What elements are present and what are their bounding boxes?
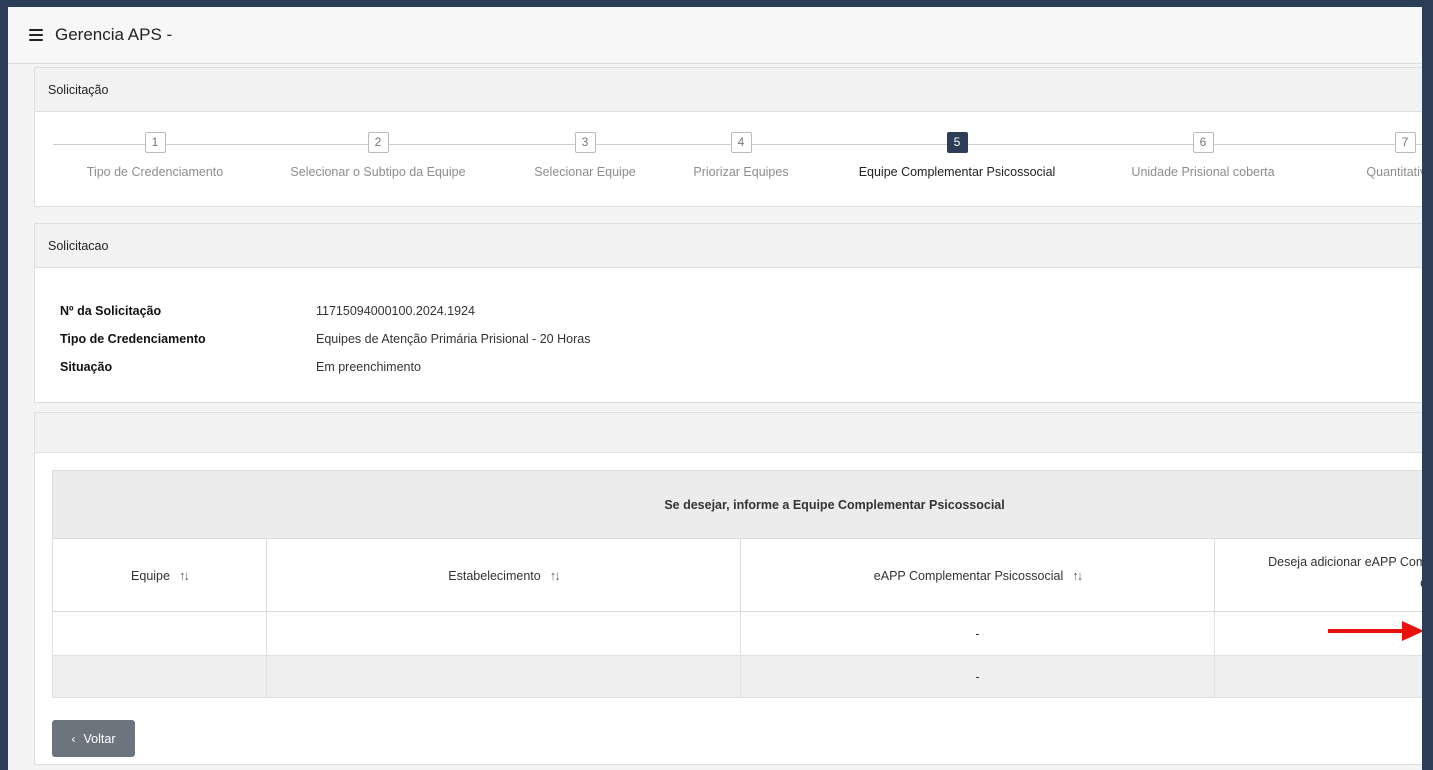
chevron-left-icon: ‹ <box>71 731 76 746</box>
stepper: 1 Tipo de Credenciamento 2 Selecionar o … <box>35 112 1422 207</box>
cell-eapp: - <box>740 611 1215 656</box>
step-number: 5 <box>946 132 968 153</box>
column-header-eapp[interactable]: eAPP Complementar Psicossocial ↑↓ <box>740 538 1215 612</box>
app-title: Gerencia APS - <box>55 25 173 44</box>
cell-estabelecimento <box>266 655 741 698</box>
column-label: eAPP Complementar Psicossocial <box>873 568 1064 583</box>
step-label: Equipe Complementar Psicossocial <box>858 165 1056 179</box>
menu-icon[interactable] <box>29 29 43 41</box>
steps-panel-title: Solicitação <box>35 68 1422 112</box>
column-header-estabelecimento[interactable]: Estabelecimento ↑↓ <box>266 538 741 612</box>
table-row: - <box>52 611 1422 656</box>
column-header-deseja-adicionar[interactable]: Deseja adicionar eAPP Compl Ca <box>1213 538 1422 612</box>
details-list: Nº da Solicitação 11715094000100.2024.19… <box>35 268 1422 381</box>
sort-icon[interactable]: ↑↓ <box>179 568 190 583</box>
detail-row: Tipo de Credenciamento Equipes de Atençã… <box>60 325 1422 353</box>
column-label: Estabelecimento <box>448 568 541 583</box>
detail-row: Situação Em preenchimento <box>60 353 1422 381</box>
step-number: 4 <box>730 132 752 153</box>
details-panel-title: Solicitacao <box>35 224 1422 268</box>
step-1[interactable]: 1 Tipo de Credenciamento <box>25 132 285 179</box>
step-number: 1 <box>144 132 166 153</box>
table-wrapper: Se desejar, informe a Equipe Complementa… <box>51 470 1422 698</box>
red-arrow-annotation <box>1328 621 1422 641</box>
column-label: Ca <box>1420 577 1422 591</box>
step-number: 3 <box>574 132 596 153</box>
table-panel-title <box>35 413 1422 453</box>
step-label: Tipo de Credenciamento <box>86 165 224 179</box>
sort-icon[interactable]: ↑↓ <box>1072 568 1083 583</box>
step-5[interactable]: 5 Equipe Complementar Psicossocial <box>827 132 1087 179</box>
details-panel: Solicitacao Nº da Solicitação 1171509400… <box>34 223 1422 403</box>
column-label: Equipe <box>131 568 170 583</box>
detail-row: Nº da Solicitação 11715094000100.2024.19… <box>60 297 1422 325</box>
cell-eapp: - <box>740 655 1215 698</box>
column-label: Deseja adicionar eAPP Compl <box>1268 555 1422 569</box>
back-button[interactable]: ‹ Voltar <box>52 720 135 757</box>
arrow-head <box>1402 621 1422 641</box>
table-caption: Se desejar, informe a Equipe Complementa… <box>51 470 1422 539</box>
app-viewport: Gerencia APS - Solicitação 1 Tipo de Cre… <box>8 7 1422 770</box>
eapp-table: Se desejar, informe a Equipe Complementa… <box>51 470 1422 698</box>
step-number: 7 <box>1394 132 1416 153</box>
detail-value: Em preenchimento <box>316 360 421 374</box>
step-label: Quantitativo d <box>1366 165 1422 179</box>
detail-value: Equipes de Atenção Primária Prisional - … <box>316 332 591 346</box>
sort-icon[interactable]: ↑↓ <box>550 568 561 583</box>
table-row: - <box>52 655 1422 698</box>
table-panel: Se desejar, informe a Equipe Complementa… <box>34 412 1422 765</box>
detail-label: Nº da Solicitação <box>60 304 162 318</box>
step-7[interactable]: 7 Quantitativo d <box>1275 132 1422 179</box>
detail-value: 11715094000100.2024.1924 <box>316 304 475 318</box>
step-number: 2 <box>367 132 389 153</box>
top-bar: Gerencia APS - <box>8 7 1422 64</box>
back-button-label: Voltar <box>83 731 116 746</box>
steps-panel: Solicitação 1 Tipo de Credenciamento 2 S… <box>34 67 1422 207</box>
cell-deseja[interactable] <box>1213 655 1422 698</box>
detail-label: Tipo de Credenciamento <box>60 332 206 346</box>
cell-estabelecimento <box>266 611 741 656</box>
cell-equipe <box>52 611 267 656</box>
detail-label: Situação <box>60 360 113 374</box>
cell-equipe <box>52 655 267 698</box>
column-header-equipe[interactable]: Equipe ↑↓ <box>52 538 267 612</box>
step-number: 6 <box>1192 132 1214 153</box>
